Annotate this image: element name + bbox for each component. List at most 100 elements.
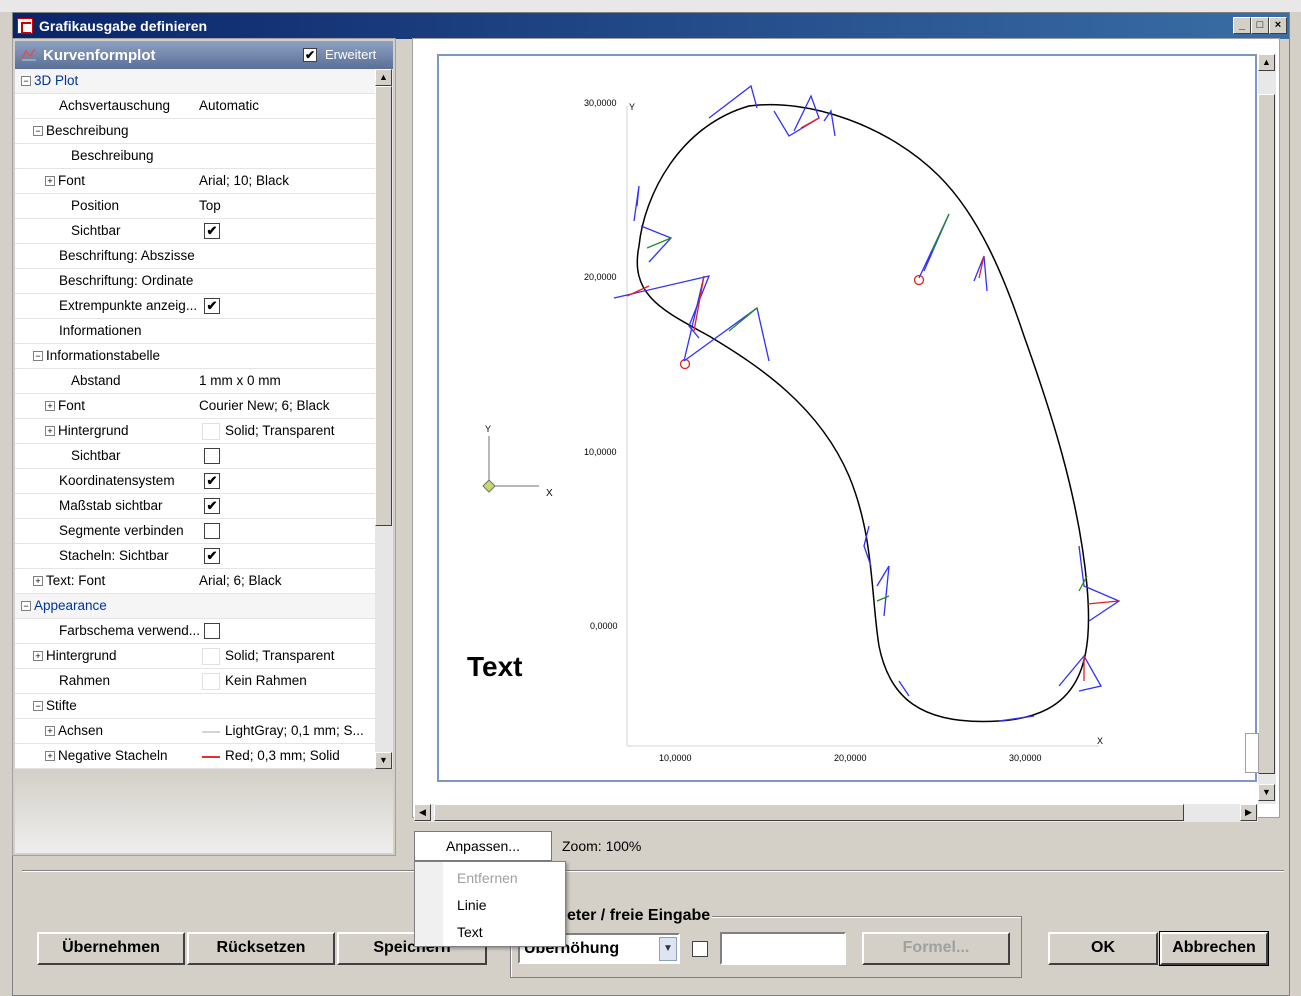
property-row[interactable]: − Beschreibung [15, 119, 375, 144]
ok-button[interactable]: OK [1048, 932, 1158, 965]
property-category-row[interactable]: − Appearance [15, 594, 375, 619]
property-row[interactable]: Koordinatensystem ✔ [15, 469, 375, 494]
property-row[interactable]: Maßstab sichtbar ✔ [15, 494, 375, 519]
property-row[interactable]: − Informationstabelle [15, 344, 375, 369]
property-row[interactable]: Beschriftung: Abszisse [15, 244, 375, 269]
plot-canvas[interactable]: Y X 30,0000 20,0000 10,0000 0,0000 10,00… [437, 54, 1257, 782]
menu-item-entfernen[interactable]: Entfernen [457, 870, 518, 886]
maximize-button[interactable]: □ [1251, 17, 1269, 34]
property-row[interactable]: + Text: Font Arial; 6; Black [15, 569, 375, 594]
x-tick-10: 10,0000 [659, 753, 692, 763]
property-row[interactable]: + Hintergrund Solid; Transparent [15, 644, 375, 669]
expand-icon[interactable]: + [33, 651, 43, 661]
property-name: Sichtbar [71, 448, 121, 463]
preview-vertical-scrollbar[interactable]: ▲ ▼ [1258, 54, 1276, 804]
ucs-x-label: X [546, 488, 553, 499]
property-name: Extrempunkte anzeig... [59, 298, 198, 313]
free-input-field[interactable] [720, 932, 846, 965]
property-value[interactable]: Automatic [199, 98, 259, 113]
property-checkbox[interactable] [204, 448, 220, 464]
scroll-down-button[interactable]: ▼ [375, 752, 392, 769]
preview-scroll-up-button[interactable]: ▲ [1258, 54, 1275, 71]
property-row[interactable]: Segmente verbinden [15, 519, 375, 544]
property-value[interactable]: Solid; Transparent [225, 648, 335, 663]
y-tick-30: 30,0000 [584, 98, 617, 108]
rucksetzen-button[interactable]: Rücksetzen [187, 932, 335, 965]
property-value[interactable]: Courier New; 6; Black [199, 398, 330, 413]
preview-side-handle[interactable] [1245, 733, 1259, 773]
collapse-icon[interactable]: − [33, 701, 43, 711]
property-value[interactable]: Red; 0,3 mm; Solid [225, 748, 340, 763]
property-row[interactable]: Sichtbar ✔ [15, 219, 375, 244]
advanced-checkbox[interactable]: ✔ [303, 48, 317, 62]
preview-vertical-thumb[interactable] [1258, 94, 1275, 774]
close-button[interactable]: × [1269, 17, 1287, 34]
preview-horizontal-thumb[interactable] [434, 804, 1184, 821]
expand-icon[interactable]: + [45, 726, 55, 736]
property-checkbox[interactable]: ✔ [204, 498, 220, 514]
y-tick-10: 10,0000 [584, 447, 617, 457]
property-checkbox[interactable] [204, 623, 220, 639]
preview-scroll-down-button[interactable]: ▼ [1258, 784, 1275, 801]
menu-item-text[interactable]: Text [457, 924, 483, 940]
property-row[interactable]: + Achsen LightGray; 0,1 mm; S... [15, 719, 375, 744]
preview-scroll-right-button[interactable]: ▶ [1240, 804, 1257, 821]
property-row[interactable]: Informationen [15, 319, 375, 344]
property-value[interactable]: Top [199, 198, 221, 213]
scroll-up-button[interactable]: ▲ [375, 69, 392, 86]
property-row[interactable]: Beschriftung: Ordinate [15, 269, 375, 294]
property-value[interactable]: Arial; 6; Black [199, 573, 282, 588]
expand-icon[interactable]: + [33, 576, 43, 586]
property-row[interactable]: + Font Courier New; 6; Black [15, 394, 375, 419]
property-row[interactable]: + Negative Stacheln Red; 0,3 mm; Solid [15, 744, 375, 769]
property-name: Beschreibung [46, 123, 129, 138]
menu-item-linie[interactable]: Linie [457, 897, 487, 913]
property-row[interactable]: + Font Arial; 10; Black [15, 169, 375, 194]
property-checkbox[interactable]: ✔ [204, 298, 220, 314]
scroll-thumb[interactable] [375, 86, 392, 526]
preview-horizontal-scrollbar[interactable]: ◀ ▶ [414, 804, 1258, 822]
expand-icon[interactable]: + [45, 176, 55, 186]
spikes-group [613, 84, 1121, 722]
property-value[interactable]: LightGray; 0,1 mm; S... [225, 723, 364, 738]
abbrechen-button[interactable]: Abbrechen [1159, 931, 1269, 966]
preview-scroll-left-button[interactable]: ◀ [414, 804, 431, 821]
free-input-checkbox[interactable] [692, 941, 708, 957]
anpassen-button[interactable]: Anpassen... [414, 831, 552, 861]
plot-text-label[interactable]: Text [467, 651, 523, 682]
expand-icon[interactable]: + [45, 426, 55, 436]
expand-icon[interactable]: + [45, 751, 55, 761]
collapse-icon[interactable]: − [33, 351, 43, 361]
collapse-icon[interactable]: − [21, 76, 31, 86]
property-checkbox[interactable] [204, 523, 220, 539]
property-checkbox[interactable]: ✔ [204, 223, 220, 239]
collapse-icon[interactable]: − [21, 601, 31, 611]
property-value[interactable]: Kein Rahmen [225, 673, 307, 688]
property-checkbox[interactable]: ✔ [204, 473, 220, 489]
collapse-icon[interactable]: − [33, 126, 43, 136]
property-value[interactable]: 1 mm x 0 mm [199, 373, 281, 388]
property-row[interactable]: Rahmen Kein Rahmen [15, 669, 375, 694]
expand-icon[interactable]: + [45, 401, 55, 411]
chevron-down-icon[interactable]: ▼ [659, 937, 677, 961]
ubernehmen-button[interactable]: Übernehmen [37, 932, 185, 965]
property-row[interactable]: Beschreibung [15, 144, 375, 169]
property-checkbox[interactable]: ✔ [204, 548, 220, 564]
property-row[interactable]: Position Top [15, 194, 375, 219]
color-swatch [202, 673, 220, 690]
property-row[interactable]: Farbschema verwend... [15, 619, 375, 644]
property-row[interactable]: Stacheln: Sichtbar ✔ [15, 544, 375, 569]
minimize-button[interactable]: _ [1233, 17, 1251, 34]
property-row[interactable]: Abstand 1 mm x 0 mm [15, 369, 375, 394]
property-category-row[interactable]: −3D Plot [15, 69, 375, 94]
property-row[interactable]: Sichtbar [15, 444, 375, 469]
property-row[interactable]: Achsvertauschung Automatic [15, 94, 375, 119]
property-row[interactable]: + Hintergrund Solid; Transparent [15, 419, 375, 444]
property-name: Informationen [59, 323, 142, 338]
property-row[interactable]: Extrempunkte anzeig... ✔ [15, 294, 375, 319]
property-row[interactable]: − Stifte [15, 694, 375, 719]
formel-button[interactable]: Formel... [862, 932, 1010, 965]
property-value[interactable]: Arial; 10; Black [199, 173, 289, 188]
property-grid-scrollbar[interactable]: ▲ ▼ [375, 69, 393, 769]
property-value[interactable]: Solid; Transparent [225, 423, 335, 438]
